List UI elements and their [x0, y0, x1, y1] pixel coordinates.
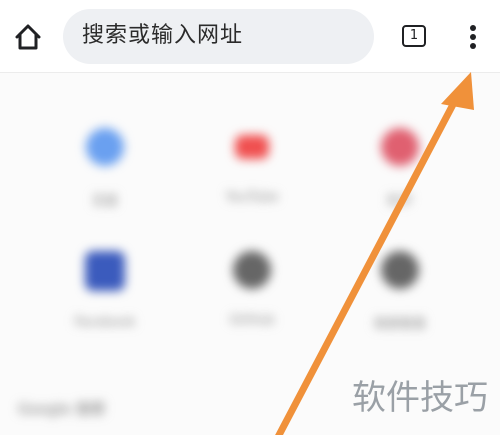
search-placeholder: 搜索或输入网址 [82, 23, 244, 48]
home-icon [15, 24, 41, 50]
shortcut-favicon [233, 251, 271, 289]
shortcut-favicon [381, 128, 419, 166]
shortcut-tile[interactable]: YouTube [192, 128, 312, 205]
menu-dot [470, 43, 476, 49]
tab-switcher-button[interactable]: 1 [402, 25, 426, 47]
shortcut-tile[interactable]: 随便看看 [340, 251, 460, 332]
shortcut-favicon [86, 128, 124, 166]
shortcut-favicon [235, 135, 269, 159]
shortcut-label: Facebook [74, 315, 136, 330]
home-button[interactable] [11, 20, 45, 54]
more-vert-icon[interactable] [462, 20, 484, 54]
shortcut-tile[interactable]: 百度 [45, 128, 165, 209]
shortcut-favicon [381, 251, 419, 289]
menu-dot [470, 25, 476, 31]
shortcut-label: 百度 [91, 194, 118, 209]
browser-toolbar: 搜索或输入网址 1 [0, 0, 500, 73]
shortcut-favicon [85, 251, 125, 291]
watermark-text: 软件技巧 [352, 378, 488, 418]
shortcut-tile[interactable]: GitHub [192, 251, 312, 328]
shortcut-label: GitHub [229, 313, 275, 328]
shortcut-label: 随便看看 [373, 317, 426, 332]
shortcut-tile[interactable]: Facebook [45, 251, 165, 330]
search-input[interactable]: 搜索或输入网址 [63, 9, 374, 64]
shortcut-label: YouTube [225, 190, 279, 205]
section-label: Google 搜索 [18, 400, 106, 418]
menu-dot [470, 34, 476, 40]
shortcut-label: 知乎 [386, 194, 413, 209]
shortcut-tile[interactable]: 知乎 [340, 128, 460, 209]
